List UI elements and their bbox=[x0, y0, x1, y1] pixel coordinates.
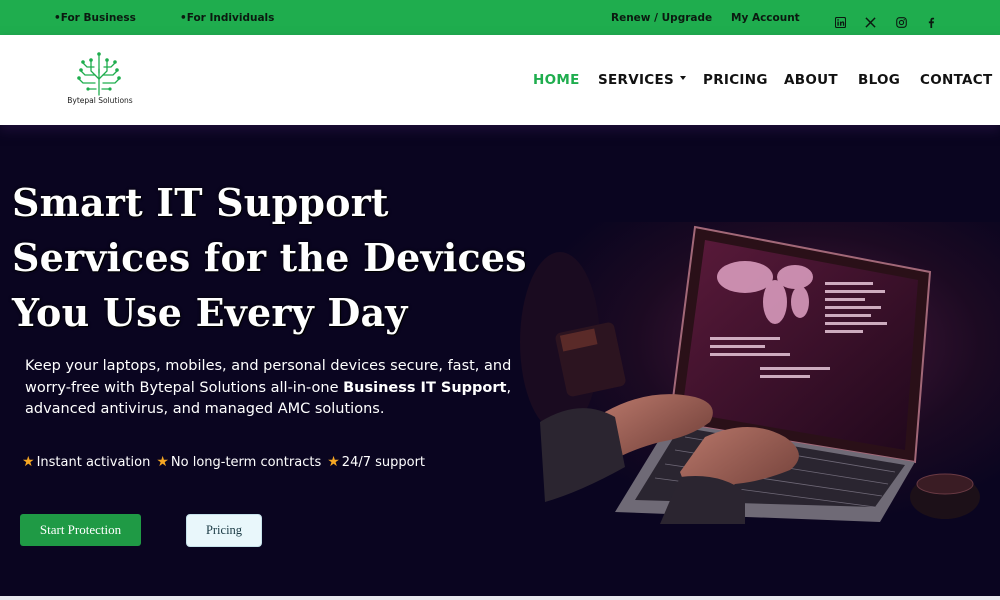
hero-title-line: You Use Every Day bbox=[12, 290, 408, 335]
nav-home[interactable]: HOME bbox=[533, 72, 580, 88]
hero-description: Keep your laptops, mobiles, and personal… bbox=[25, 356, 515, 421]
hero-title-line: Smart IT Support bbox=[12, 180, 389, 225]
nav-contact[interactable]: CONTACT bbox=[920, 72, 993, 88]
circuit-tree-icon bbox=[77, 52, 121, 96]
for-business-link[interactable]: •For Business bbox=[54, 12, 136, 24]
chevron-down-icon bbox=[680, 76, 687, 80]
hero-laptop-image bbox=[520, 222, 1000, 524]
site-header: Bytepal Solutions HOME SERVICES PRICING … bbox=[0, 35, 1000, 125]
hero-title-line: Services for the Devices bbox=[12, 235, 527, 280]
nav-pricing[interactable]: PRICING bbox=[703, 72, 768, 88]
nav-blog[interactable]: BLOG bbox=[858, 72, 900, 88]
feature-list: ★ Instant activation ★ No long-term contra… bbox=[22, 454, 431, 470]
facebook-icon[interactable] bbox=[924, 15, 938, 29]
hero-desc-bold: Business IT Support bbox=[343, 379, 507, 396]
renew-upgrade-link[interactable]: Renew / Upgrade bbox=[611, 12, 712, 24]
x-icon[interactable] bbox=[863, 15, 877, 29]
hero-title: Smart IT Support Services for the Device… bbox=[12, 175, 527, 340]
nav-about[interactable]: ABOUT bbox=[784, 72, 838, 88]
for-individuals-link[interactable]: •For Individuals bbox=[180, 12, 274, 24]
brand-logo[interactable]: Bytepal Solutions bbox=[60, 47, 140, 109]
section-divider bbox=[0, 596, 1000, 600]
start-protection-button[interactable]: Start Protection bbox=[20, 514, 141, 546]
feature-item: 24/7 support bbox=[341, 454, 426, 470]
brand-name: Bytepal Solutions bbox=[67, 96, 133, 105]
feature-item: Instant activation bbox=[36, 454, 151, 470]
my-account-link[interactable]: My Account bbox=[731, 12, 800, 24]
instagram-icon[interactable] bbox=[894, 15, 908, 29]
star-icon: ★ bbox=[22, 454, 35, 470]
nav-services-label: SERVICES bbox=[598, 72, 675, 88]
star-icon: ★ bbox=[156, 454, 169, 470]
linkedin-icon[interactable] bbox=[833, 15, 847, 29]
pricing-button[interactable]: Pricing bbox=[186, 514, 262, 547]
nav-services[interactable]: SERVICES bbox=[598, 72, 687, 88]
star-icon: ★ bbox=[327, 454, 340, 470]
top-bar: •For Business •For Individuals Renew / U… bbox=[0, 0, 1000, 35]
feature-item: No long-term contracts bbox=[170, 454, 322, 470]
